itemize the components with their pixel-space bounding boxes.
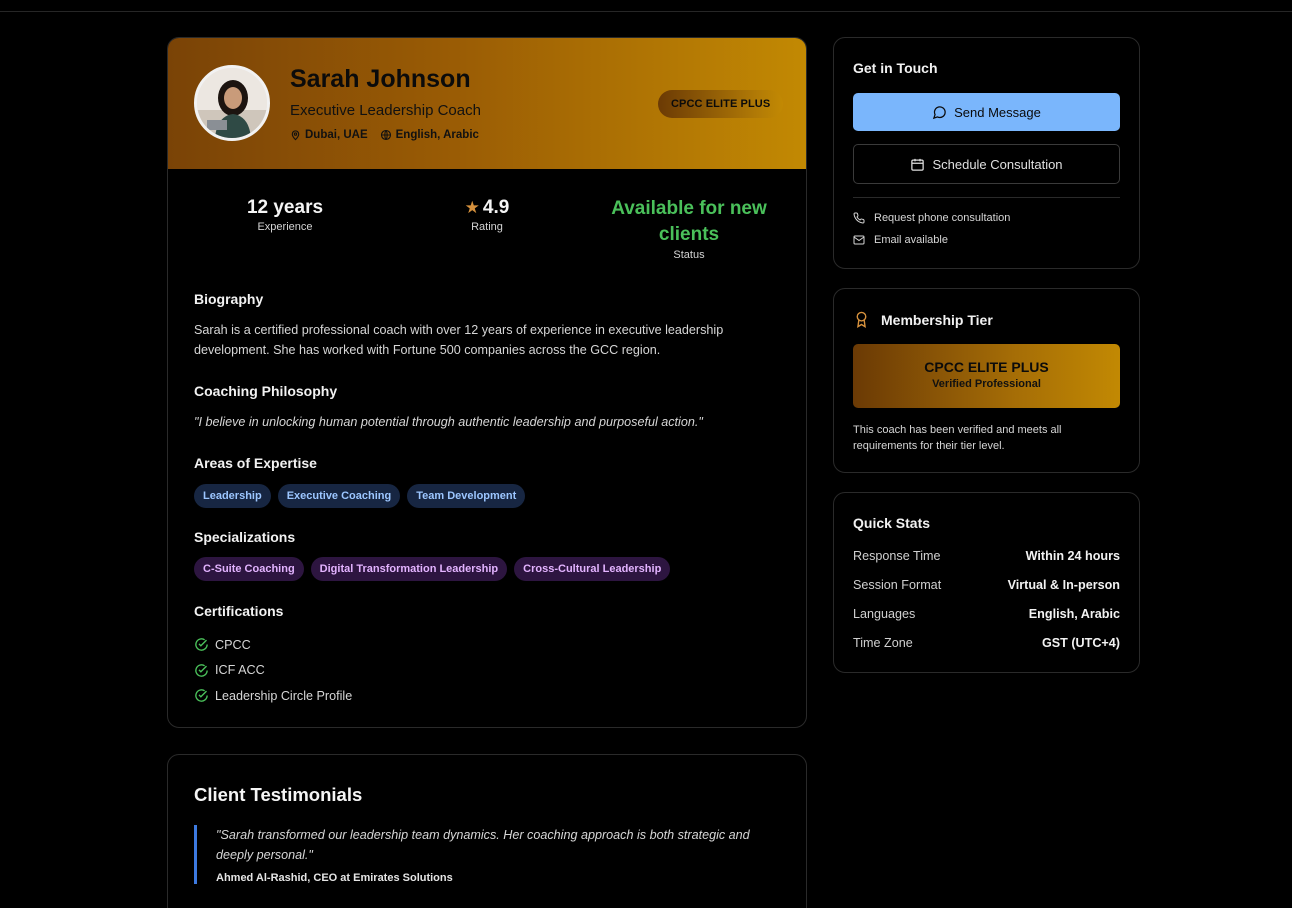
quick-stats-heading: Quick Stats bbox=[853, 515, 931, 531]
certification-label: ICF ACC bbox=[215, 663, 265, 678]
contact-card: Get in Touch Send Message Schedule Consu… bbox=[833, 37, 1140, 269]
testimonials-card: Client Testimonials "Sarah transformed o… bbox=[167, 754, 807, 908]
testimonial-quote: "Sarah transformed our leadership team d… bbox=[216, 828, 750, 862]
profile-card: Sarah Johnson Executive Leadership Coach… bbox=[167, 37, 807, 728]
tier-badge: CPCC ELITE PLUS bbox=[658, 90, 784, 118]
contact-heading: Get in Touch bbox=[853, 60, 938, 76]
languages: English, Arabic bbox=[380, 129, 479, 141]
quick-stat-label: Languages bbox=[853, 607, 916, 621]
quick-stat-value: Within 24 hours bbox=[1025, 549, 1120, 563]
certifications-list: CPCC ICF ACC Leadership Circle Profile bbox=[194, 632, 352, 709]
specializations-heading: Specializations bbox=[194, 529, 296, 545]
rating-number: 4.9 bbox=[482, 197, 510, 218]
philosophy-heading: Coaching Philosophy bbox=[194, 383, 338, 399]
experience-value: 12 years bbox=[246, 197, 324, 218]
avatar bbox=[194, 65, 270, 141]
quick-stats-card: Quick Stats Response Time Within 24 hour… bbox=[833, 492, 1140, 673]
send-message-label: Send Message bbox=[954, 104, 1041, 120]
quick-stat-value: English, Arabic bbox=[1028, 607, 1120, 621]
location-text: Dubai, UAE bbox=[305, 129, 368, 141]
expertise-tag: Team Development bbox=[407, 484, 526, 508]
star-icon: ★ bbox=[464, 198, 480, 217]
testimonial-author: Ahmed Al-Rashid, CEO at Emirates Solutio… bbox=[216, 872, 453, 884]
specialization-tag: Digital Transformation Leadership bbox=[310, 557, 508, 581]
calendar-icon bbox=[911, 158, 925, 171]
check-circle-icon bbox=[195, 663, 208, 677]
certification-item: ICF ACC bbox=[194, 658, 352, 684]
coach-title: Executive Leadership Coach bbox=[290, 102, 481, 119]
certification-label: CPCC bbox=[215, 637, 251, 652]
mail-icon bbox=[853, 235, 865, 245]
membership-heading: Membership Tier bbox=[881, 311, 993, 328]
email-available: Email available bbox=[853, 234, 948, 246]
testimonials-heading: Client Testimonials bbox=[194, 784, 363, 805]
contact-divider bbox=[853, 197, 1120, 198]
stat-experience: 12 years Experience bbox=[185, 196, 385, 233]
phone-consultation-label: Request phone consultation bbox=[874, 212, 1011, 224]
check-circle-icon bbox=[195, 638, 208, 652]
stat-status: Available for new clients Status bbox=[589, 196, 789, 261]
stat-rating: ★ 4.9 Rating bbox=[387, 196, 587, 233]
tier-subtitle: Verified Professional bbox=[932, 378, 1041, 390]
tier-note: This coach has been verified and meets a… bbox=[853, 424, 1062, 452]
quick-stat-row: Response Time Within 24 hours bbox=[853, 549, 1120, 563]
quick-stat-label: Time Zone bbox=[853, 636, 913, 650]
quick-stat-label: Response Time bbox=[853, 549, 941, 563]
biography-text: Sarah is a certified professional coach … bbox=[194, 323, 724, 357]
quick-stat-value: GST (UTC+4) bbox=[1041, 636, 1120, 650]
experience-label: Experience bbox=[257, 221, 313, 233]
status-label: Status bbox=[673, 249, 705, 261]
award-icon bbox=[856, 311, 867, 328]
expertise-heading: Areas of Expertise bbox=[194, 455, 317, 471]
message-circle-icon bbox=[933, 105, 946, 119]
map-pin-icon bbox=[291, 130, 300, 141]
rating-label: Rating bbox=[471, 221, 503, 233]
specialization-tags: C-Suite Coaching Digital Transformation … bbox=[194, 557, 671, 581]
specialization-tag: C-Suite Coaching bbox=[194, 557, 304, 581]
certification-item: Leadership Circle Profile bbox=[194, 683, 352, 709]
top-divider bbox=[0, 11, 1292, 12]
philosophy-quote: "I believe in unlocking human potential … bbox=[194, 415, 703, 429]
tier-name: CPCC ELITE PLUS bbox=[924, 359, 1049, 375]
quick-stat-label: Session Format bbox=[853, 578, 942, 592]
coach-meta: Dubai, UAE English, Arabic bbox=[290, 129, 491, 141]
specialization-tag: Cross-Cultural Leadership bbox=[514, 557, 671, 581]
schedule-consultation-button[interactable]: Schedule Consultation bbox=[853, 144, 1120, 184]
membership-header: Membership Tier bbox=[853, 310, 993, 329]
quick-stat-row: Languages English, Arabic bbox=[853, 607, 1120, 621]
membership-card: Membership Tier CPCC ELITE PLUS Verified… bbox=[833, 288, 1140, 473]
expertise-tag: Executive Coaching bbox=[277, 484, 401, 508]
send-message-button[interactable]: Send Message bbox=[853, 93, 1120, 131]
email-available-label: Email available bbox=[874, 234, 948, 246]
certification-label: Leadership Circle Profile bbox=[215, 688, 353, 703]
biography-heading: Biography bbox=[194, 291, 264, 307]
certifications-heading: Certifications bbox=[194, 603, 284, 619]
globe-icon bbox=[380, 129, 391, 141]
stats-row: 12 years Experience ★ 4.9 Rating Availabl… bbox=[168, 196, 806, 266]
expertise-tag: Leadership bbox=[194, 484, 271, 508]
certification-item: CPCC bbox=[194, 632, 352, 658]
testimonial: "Sarah transformed our leadership team d… bbox=[194, 825, 784, 884]
status-value: Available for new clients bbox=[611, 198, 767, 245]
quick-stat-value: Virtual & In-person bbox=[1007, 578, 1120, 592]
rating-value: ★ 4.9 bbox=[387, 196, 587, 220]
profile-header: Sarah Johnson Executive Leadership Coach… bbox=[168, 38, 806, 169]
quick-stat-row: Session Format Virtual & In-person bbox=[853, 578, 1120, 592]
quick-stat-row: Time Zone GST (UTC+4) bbox=[853, 636, 1120, 650]
tier-banner: CPCC ELITE PLUS Verified Professional bbox=[853, 344, 1120, 408]
phone-consultation[interactable]: Request phone consultation bbox=[853, 212, 1010, 224]
location: Dubai, UAE bbox=[290, 129, 368, 141]
check-circle-icon bbox=[195, 689, 208, 703]
phone-icon bbox=[853, 212, 865, 224]
expertise-tags: Leadership Executive Coaching Team Devel… bbox=[194, 484, 526, 508]
schedule-consultation-label: Schedule Consultation bbox=[932, 156, 1063, 172]
coach-name: Sarah Johnson bbox=[290, 65, 471, 93]
languages-text: English, Arabic bbox=[395, 129, 479, 141]
